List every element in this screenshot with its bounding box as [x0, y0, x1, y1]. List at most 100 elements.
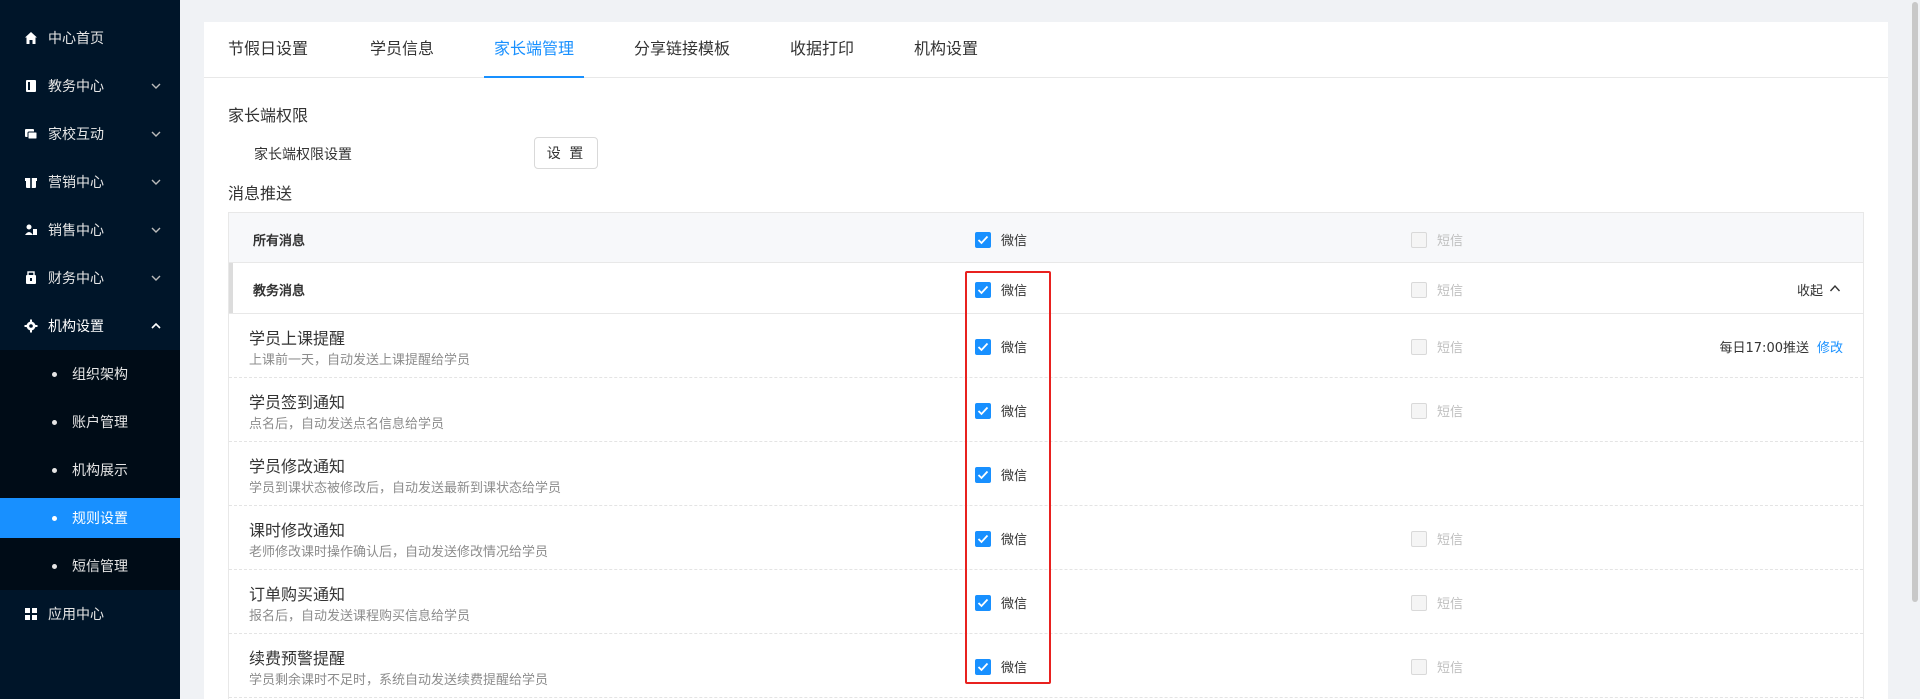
sidebar-item-label: 销售中心 — [48, 223, 104, 239]
bullet-icon — [52, 563, 57, 569]
bullet-icon — [52, 467, 57, 473]
wechat-checkbox-academic[interactable]: 微信 — [975, 280, 1027, 299]
message-title: 学员修改通知 — [249, 457, 346, 476]
sidebar-subitem-showcase[interactable]: 机构展示 — [0, 446, 180, 494]
sidebar-subitem-label: 组织架构 — [72, 367, 128, 383]
wechat-checkbox[interactable]: 微信 — [975, 657, 1027, 676]
checkmark-icon — [975, 658, 991, 675]
tab-org-settings[interactable]: 机构设置 — [914, 22, 978, 78]
wechat-checkbox[interactable]: 微信 — [975, 401, 1027, 420]
message-desc: 点名后，自动发送点名信息给学员 — [249, 417, 445, 432]
tab-student-info[interactable]: 学员信息 — [370, 22, 434, 78]
message-desc: 上课前一天，自动发送上课提醒给学员 — [249, 353, 471, 368]
tab-receipt-print[interactable]: 收据打印 — [790, 22, 854, 78]
checkmark-icon — [975, 338, 991, 355]
sms-checkbox[interactable]: 短信 — [1411, 657, 1463, 676]
parent-permissions-label: 家长端权限设置 — [254, 147, 352, 163]
message-title: 课时修改通知 — [249, 521, 346, 540]
book-icon — [24, 79, 38, 93]
checkmark-icon — [975, 466, 991, 483]
sidebar-item-marketing[interactable]: 营销中心 — [0, 158, 180, 206]
sidebar-item-sales[interactable]: 销售中心 — [0, 206, 180, 254]
chevron-down-icon — [150, 272, 162, 284]
collapse-button[interactable]: 收起 — [1797, 280, 1841, 299]
sms-checkbox[interactable]: 短信 — [1411, 529, 1463, 548]
message-title: 学员签到通知 — [249, 393, 346, 412]
parent-permissions-title: 家长端权限 — [228, 106, 309, 125]
sidebar-subitem-accounts[interactable]: 账户管理 — [0, 398, 180, 446]
row-label: 教务消息 — [253, 284, 306, 299]
sidebar-item-home-school[interactable]: 家校互动 — [0, 110, 180, 158]
message-row-renewal: 续费预警提醒 学员剩余课时不足时，系统自动发送续费提醒给学员 微信 短信 — [229, 634, 1863, 698]
message-desc: 老师修改课时操作确认后，自动发送修改情况给学员 — [249, 545, 549, 560]
chevron-down-icon — [150, 80, 162, 92]
wechat-checkbox-all[interactable]: 微信 — [975, 230, 1027, 249]
bullet-icon — [52, 371, 57, 377]
sidebar-item-label: 中心首页 — [48, 31, 104, 47]
sms-checkbox[interactable]: 短信 — [1411, 337, 1463, 356]
message-row-order: 订单购买通知 报名后，自动发送课程购买信息给学员 微信 短信 — [229, 570, 1863, 634]
message-desc: 学员剩余课时不足时，系统自动发送续费提醒给学员 — [249, 673, 549, 688]
page-scrollbar[interactable] — [1910, 0, 1920, 699]
wallet-icon — [24, 271, 38, 285]
wechat-checkbox[interactable]: 微信 — [975, 465, 1027, 484]
wechat-checkbox[interactable]: 微信 — [975, 337, 1027, 356]
sidebar-submenu: 组织架构 账户管理 机构展示 规则设置 短信管理 — [0, 350, 180, 590]
all-messages-row: 所有消息 微信 短信 — [229, 213, 1863, 263]
message-push-title: 消息推送 — [228, 184, 293, 203]
checkmark-icon — [975, 402, 991, 419]
checkmark-icon — [975, 530, 991, 547]
wechat-checkbox[interactable]: 微信 — [975, 529, 1027, 548]
apps-icon — [24, 607, 38, 621]
message-row-class-reminder: 学员上课提醒 上课前一天，自动发送上课提醒给学员 微信 短信 每日17:00推送… — [229, 314, 1863, 378]
message-desc: 报名后，自动发送课程购买信息给学员 — [249, 609, 471, 624]
bullet-icon — [52, 419, 57, 425]
sms-checkbox-all[interactable]: 短信 — [1411, 230, 1463, 249]
checkmark-icon — [975, 594, 991, 611]
tab-bar: 节假日设置 学员信息 家长端管理 分享链接模板 收据打印 机构设置 — [204, 22, 1888, 78]
sidebar-subitem-org-structure[interactable]: 组织架构 — [0, 350, 180, 398]
sidebar-subitem-label: 账户管理 — [72, 415, 128, 431]
message-row-check-in: 学员签到通知 点名后，自动发送点名信息给学员 微信 短信 — [229, 378, 1863, 442]
sidebar-item-label: 应用中心 — [48, 607, 104, 623]
chat-icon — [24, 127, 38, 141]
message-title: 学员上课提醒 — [249, 329, 346, 348]
message-title: 订单购买通知 — [249, 585, 346, 604]
sidebar-item-label: 教务中心 — [48, 79, 104, 95]
gift-icon — [24, 175, 38, 189]
message-row-hours-edit: 课时修改通知 老师修改课时操作确认后，自动发送修改情况给学员 微信 短信 — [229, 506, 1863, 570]
sidebar-item-label: 机构设置 — [48, 319, 104, 335]
sidebar-item-academic[interactable]: 教务中心 — [0, 62, 180, 110]
permission-settings-button[interactable]: 设 置 — [534, 137, 598, 169]
bullet-icon — [52, 515, 57, 521]
sidebar-item-label: 财务中心 — [48, 271, 104, 287]
sidebar: 中心首页 教务中心 家校互动 营销中心 销售中心 财务中心 机构设置 组织架构 — [0, 0, 180, 699]
sidebar-subitem-sms[interactable]: 短信管理 — [0, 542, 180, 590]
home-icon — [24, 31, 38, 45]
tab-parent-management[interactable]: 家长端管理 — [484, 22, 585, 78]
sidebar-subitem-label: 机构展示 — [72, 463, 128, 479]
sms-checkbox[interactable]: 短信 — [1411, 593, 1463, 612]
message-desc: 学员到课状态被修改后，自动发送最新到课状态给学员 — [249, 481, 562, 496]
users-icon — [24, 223, 38, 237]
wechat-checkbox[interactable]: 微信 — [975, 593, 1027, 612]
sidebar-item-home[interactable]: 中心首页 — [0, 14, 180, 62]
sidebar-subitem-label: 规则设置 — [72, 511, 128, 527]
chevron-down-icon — [150, 176, 162, 188]
sidebar-subitem-label: 短信管理 — [72, 559, 128, 575]
sidebar-item-org-settings[interactable]: 机构设置 — [0, 302, 180, 350]
tab-share-templates[interactable]: 分享链接模板 — [634, 22, 730, 78]
edit-schedule-link[interactable]: 修改 — [1817, 337, 1843, 356]
scrollbar-thumb[interactable] — [1912, 2, 1918, 602]
sms-checkbox-academic[interactable]: 短信 — [1411, 280, 1463, 299]
chevron-down-icon — [150, 128, 162, 140]
tab-holidays[interactable]: 节假日设置 — [228, 22, 308, 78]
row-label: 所有消息 — [253, 234, 306, 249]
message-title: 续费预警提醒 — [249, 649, 346, 668]
push-schedule: 每日17:00推送 修改 — [1720, 337, 1843, 356]
academic-messages-row: 教务消息 微信 短信 收起 — [229, 263, 1863, 314]
sidebar-item-apps[interactable]: 应用中心 — [0, 590, 180, 638]
sms-checkbox[interactable]: 短信 — [1411, 401, 1463, 420]
sidebar-item-finance[interactable]: 财务中心 — [0, 254, 180, 302]
sidebar-subitem-rules[interactable]: 规则设置 — [0, 498, 180, 538]
